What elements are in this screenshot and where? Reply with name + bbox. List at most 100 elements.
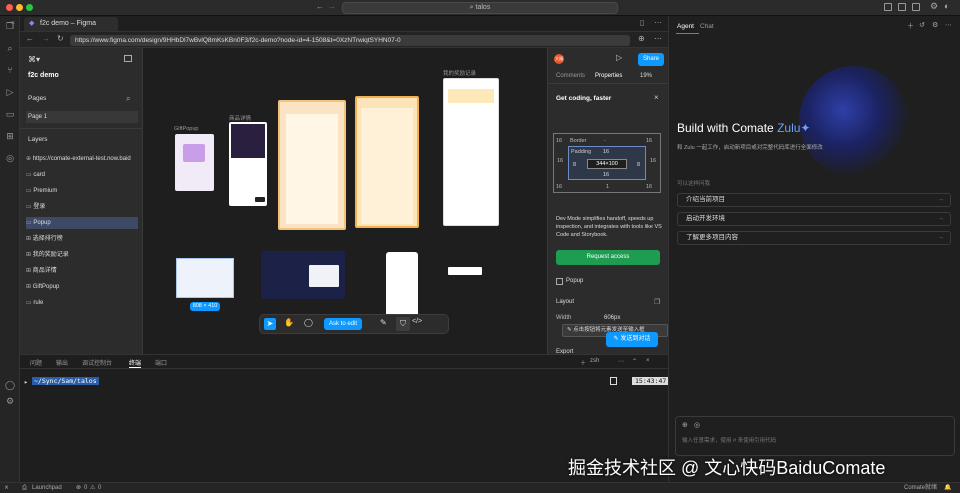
- frame-popup-selected[interactable]: [176, 258, 234, 298]
- panel-more-icon[interactable]: ⋯: [618, 358, 624, 365]
- panel-toggle-icon[interactable]: [124, 55, 132, 62]
- layer-item[interactable]: ▭ rule: [26, 297, 138, 309]
- forward-icon[interactable]: →: [42, 34, 50, 43]
- panel-tab[interactable]: 端口: [155, 358, 167, 367]
- comate-status[interactable]: Comate就绪: [904, 483, 937, 493]
- layer-item[interactable]: ▭ 登录: [26, 201, 138, 213]
- close-window-button[interactable]: [6, 4, 13, 11]
- reload-icon[interactable]: ↻: [57, 34, 64, 43]
- layer-item[interactable]: ⊞ GiftPopup: [26, 281, 138, 293]
- dev-mode-icon[interactable]: ⛉: [396, 317, 410, 331]
- figma-canvas[interactable]: GiftPopup 商品详情 我的奖励记录 808 × 410 ➤ ✋ ◯ As…: [143, 48, 547, 354]
- comment-tool-icon[interactable]: ◯: [304, 318, 313, 327]
- tab-properties[interactable]: Properties: [595, 73, 622, 79]
- launchpad-icon[interactable]: ⎙: [22, 483, 27, 493]
- nav-back-icon[interactable]: ←: [316, 2, 324, 11]
- layer-item[interactable]: ⊞ 我的奖励记录: [26, 249, 138, 261]
- split-icon[interactable]: ▯: [640, 18, 644, 27]
- manage-gear-icon[interactable]: ⚙: [5, 396, 15, 406]
- notifications-icon[interactable]: 🔔: [944, 483, 951, 493]
- warnings-icon[interactable]: ⚠: [90, 483, 95, 493]
- search-icon[interactable]: ⌕: [5, 43, 15, 53]
- panel-tab[interactable]: 问题: [30, 358, 42, 367]
- nav-forward-icon[interactable]: →: [328, 2, 336, 11]
- layer-item[interactable]: ⊞ 选择排行榜: [26, 233, 138, 245]
- layer-item[interactable]: ▭ Popup: [26, 217, 138, 229]
- extensions-icon[interactable]: ⊞: [5, 131, 15, 141]
- more-icon[interactable]: ⋯: [654, 18, 662, 27]
- frame-detail[interactable]: [229, 122, 267, 206]
- panel-tab[interactable]: 调试控制台: [82, 358, 112, 367]
- account-icon[interactable]: ◯: [5, 380, 15, 390]
- run-debug-icon[interactable]: ▷: [5, 87, 15, 97]
- tab-agent[interactable]: Agent: [677, 23, 694, 30]
- layer-item[interactable]: ⊕ https://comate-external-test.now.baid: [26, 153, 138, 165]
- pages-search-icon[interactable]: ⌕: [126, 94, 130, 104]
- suggestion-item[interactable]: 介绍当前项目 →: [677, 193, 951, 207]
- source-control-icon[interactable]: ⑂: [5, 65, 15, 75]
- hand-tool-icon[interactable]: ✋: [284, 318, 294, 327]
- tab-chat[interactable]: Chat: [700, 23, 714, 30]
- frame-giftpopup[interactable]: [175, 134, 214, 191]
- problems-icon[interactable]: ⊗: [76, 483, 81, 493]
- file-name[interactable]: f2c demo: [28, 72, 59, 79]
- draw-mode-icon[interactable]: ✎: [380, 318, 387, 327]
- frame-login[interactable]: [261, 251, 345, 299]
- panel-close-icon[interactable]: ×: [646, 358, 650, 364]
- frame-card[interactable]: [278, 100, 346, 230]
- layer-item[interactable]: ▭ Premium: [26, 185, 138, 197]
- layer-item[interactable]: ▭ card: [26, 169, 138, 181]
- copy-icon[interactable]: ❐: [654, 298, 660, 306]
- mention-icon[interactable]: ◎: [694, 421, 700, 429]
- terminal-add-icon[interactable]: ＋: [580, 358, 586, 367]
- account-icon[interactable]: ◐: [944, 1, 949, 11]
- move-tool-icon[interactable]: ➤: [264, 318, 276, 330]
- send-to-chat-button[interactable]: ✎ 发送到对话: [606, 332, 658, 347]
- avatar[interactable]: 大福: [554, 54, 564, 64]
- history-icon[interactable]: ↺: [919, 21, 925, 29]
- frame-leaderboard[interactable]: [448, 267, 482, 275]
- frame-premium[interactable]: [355, 96, 419, 228]
- new-chat-icon[interactable]: ＋: [907, 21, 914, 31]
- suggestion-item[interactable]: 了解更多项目内容 →: [677, 231, 951, 245]
- settings-gear-icon[interactable]: ⚙: [930, 1, 938, 12]
- globe-icon[interactable]: ⊕: [638, 34, 645, 43]
- attach-icon[interactable]: ⊕: [682, 421, 688, 429]
- warnings-count[interactable]: 0: [98, 483, 101, 493]
- remote-status-icon[interactable]: ⨯: [4, 483, 9, 493]
- url-more-icon[interactable]: ⋯: [654, 34, 662, 43]
- frame-reward-list[interactable]: [443, 78, 499, 226]
- zoom-level[interactable]: 19%: [640, 73, 652, 79]
- browser-tab[interactable]: ◆ f2c demo – Figma ×: [11, 17, 118, 31]
- tab-close-icon[interactable]: ×: [11, 17, 15, 31]
- panel-more-icon[interactable]: ⋯: [945, 21, 952, 29]
- banner-close-icon[interactable]: ×: [654, 93, 659, 102]
- remote-icon[interactable]: ▭: [5, 109, 15, 119]
- url-input[interactable]: https://www.figma.com/design/9HHbDl7wBvl…: [70, 35, 630, 46]
- request-access-button[interactable]: Request access: [556, 250, 660, 265]
- maximize-window-button[interactable]: [26, 4, 33, 11]
- suggestion-item[interactable]: 启动开发环境 →: [677, 212, 951, 226]
- comate-icon[interactable]: ◎: [5, 153, 15, 163]
- launchpad-label[interactable]: Launchpad: [32, 483, 62, 493]
- panel-maximize-icon[interactable]: ⌃: [632, 358, 637, 365]
- toggle-secondary-icon[interactable]: [912, 3, 920, 11]
- figma-menu-icon[interactable]: ⌘▾: [28, 55, 40, 64]
- panel-tab[interactable]: 终端: [129, 358, 142, 368]
- present-play-icon[interactable]: ▷: [616, 53, 622, 62]
- shell-name[interactable]: zsh: [590, 358, 599, 364]
- panel-settings-icon[interactable]: ⚙: [932, 21, 938, 29]
- code-icon[interactable]: </>: [412, 318, 422, 325]
- page-item[interactable]: Page 1: [26, 111, 138, 123]
- command-search[interactable]: ⌕ talos: [342, 2, 618, 14]
- layer-item[interactable]: ⊞ 商品详情: [26, 265, 138, 277]
- popup-checkbox[interactable]: [556, 278, 563, 285]
- toggle-panel-icon[interactable]: [898, 3, 906, 11]
- toggle-sidebar-icon[interactable]: [884, 3, 892, 11]
- share-button[interactable]: Share: [638, 53, 664, 66]
- back-icon[interactable]: ←: [26, 34, 34, 43]
- ask-to-edit-button[interactable]: Ask to edit: [324, 318, 362, 330]
- minimize-window-button[interactable]: [16, 4, 23, 11]
- tab-comments[interactable]: Comments: [556, 73, 585, 79]
- chat-input[interactable]: ⊕ ◎ 输入任意需求，使用 # 来使用引用代码: [675, 416, 955, 456]
